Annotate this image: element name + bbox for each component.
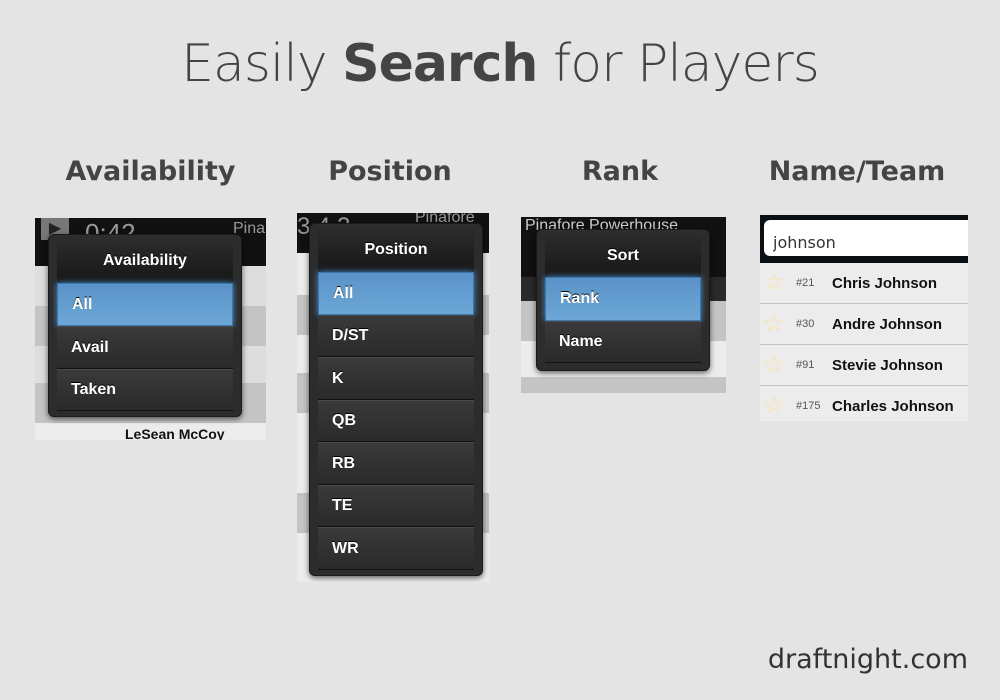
position-screenshot: 3 4 2Pinafore Position All D/ST K QB RB … <box>297 213 489 582</box>
star-outline-icon[interactable]: ☆ <box>763 353 789 377</box>
option-all[interactable]: All <box>57 283 233 326</box>
search-bar <box>760 215 968 263</box>
star-outline-icon[interactable]: ☆ <box>763 394 789 418</box>
option-name[interactable]: Name <box>545 321 701 363</box>
availability-popup: Availability All Avail Taken <box>48 234 242 417</box>
star-outline-icon[interactable]: ☆ <box>763 271 789 295</box>
option-avail[interactable]: Avail <box>57 326 233 369</box>
player-row[interactable]: ☆ #30 Andre Johnson <box>760 304 968 345</box>
heading-name-team: Name/Team <box>768 156 946 187</box>
option-qb[interactable]: QB <box>318 400 474 442</box>
rank-screenshot: Pinafore Powerhouse Sort Rank Name <box>521 217 726 393</box>
popup-title: Availability <box>57 235 233 283</box>
player-row[interactable]: ☆ #21 Chris Johnson <box>760 263 968 304</box>
popup-title: Sort <box>545 230 701 277</box>
option-dst[interactable]: D/ST <box>318 315 474 357</box>
heading-availability: Availability <box>65 156 236 187</box>
popup-title: Position <box>318 224 474 272</box>
option-all[interactable]: All <box>318 272 474 315</box>
position-popup: Position All D/ST K QB RB TE WR <box>309 223 483 576</box>
search-input[interactable] <box>764 220 968 256</box>
sort-popup: Sort Rank Name <box>536 229 710 371</box>
option-rb[interactable]: RB <box>318 442 474 485</box>
option-wr[interactable]: WR <box>318 527 474 570</box>
name-team-screenshot: ☆#21Chris Johnson ☆#30Andre Johnson ☆#91… <box>760 215 968 421</box>
player-row[interactable]: ☆ #91 Stevie Johnson <box>760 345 968 386</box>
heading-rank: Rank <box>581 156 659 187</box>
option-taken[interactable]: Taken <box>57 369 233 411</box>
star-outline-icon[interactable]: ☆ <box>763 312 789 336</box>
page-title: Easily Search for Players <box>181 34 820 94</box>
option-rank[interactable]: Rank <box>545 277 701 321</box>
player-row[interactable]: ☆ #175 Charles Johnson <box>760 386 968 421</box>
heading-position: Position <box>328 156 452 187</box>
availability-screenshot: 0:42 Pina ▶ LeSean McCoy Availability All… <box>35 218 266 440</box>
option-k[interactable]: K <box>318 357 474 400</box>
footer-brand: draftnight.com <box>767 644 968 675</box>
option-te[interactable]: TE <box>318 485 474 527</box>
